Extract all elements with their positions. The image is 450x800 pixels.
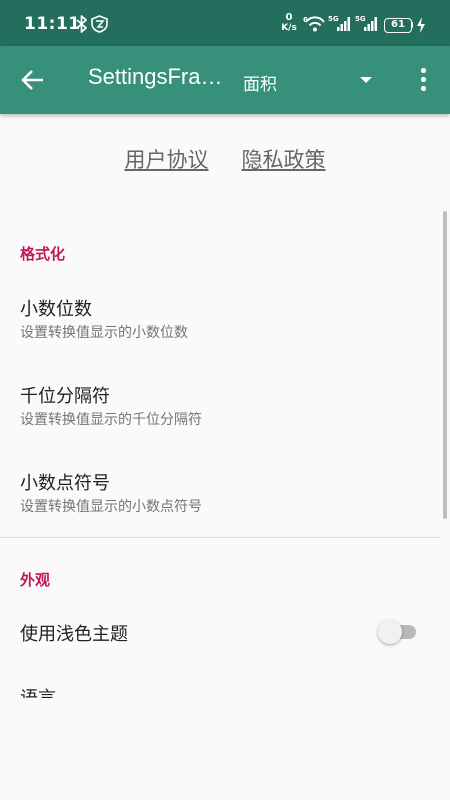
legal-links: 用户协议 隐私政策 [0, 144, 450, 174]
svg-text:5G: 5G [328, 15, 339, 23]
pref-title: 语言 [20, 684, 56, 698]
pref-summary: 设置转换值显示的千位分隔符 [20, 412, 202, 428]
pref-decimal-symbol[interactable]: 小数点符号 设置转换值显示的小数点符号 [0, 460, 440, 522]
pref-summary: 设置转换值显示的小数位数 [20, 325, 188, 341]
status-bar: 11:11 0 K/s 6 5G 5G 61 [0, 0, 450, 46]
pref-title: 小数位数 [20, 299, 92, 320]
battery-icon: 61 [384, 18, 412, 33]
overflow-dot [421, 77, 426, 82]
pref-title: 小数点符号 [20, 473, 110, 494]
section-title-appearance: 外观 [20, 571, 51, 589]
bluetooth-icon [76, 15, 87, 33]
wifi-icon: 6 [303, 16, 325, 32]
pref-light-theme[interactable]: 使用浅色主题 [0, 606, 440, 658]
signal-5g-icon: 5G [328, 15, 350, 31]
privacy-policy-link[interactable]: 隐私政策 [242, 144, 326, 174]
app-bar: SettingsFragmentActivity 面积 [0, 46, 450, 114]
pref-thousands-separator[interactable]: 千位分隔符 设置转换值显示的千位分隔符 [0, 373, 440, 435]
scrollbar[interactable] [443, 211, 447, 519]
battery-cap [411, 22, 413, 28]
net-speed-value: 0 [285, 12, 293, 23]
svg-text:5G: 5G [355, 15, 366, 23]
charging-icon [417, 17, 425, 33]
pref-language[interactable]: 语言 [20, 684, 100, 698]
page-title: SettingsFragmentActivity [88, 64, 228, 89]
dropdown-arrow-icon [360, 77, 372, 83]
switch-thumb [378, 620, 402, 644]
pref-summary: 设置转换值显示的小数点符号 [20, 499, 202, 515]
more-options-button[interactable] [410, 64, 436, 96]
net-speed-unit: K/s [281, 23, 297, 33]
overflow-dot [421, 86, 426, 91]
vpn-shield-icon [91, 15, 108, 33]
net-speed: 0 K/s [280, 12, 298, 34]
section-divider [0, 537, 440, 538]
arrow-back-icon [21, 70, 43, 90]
light-theme-switch[interactable] [378, 620, 418, 644]
unit-category-spinner[interactable]: 面积 [240, 60, 390, 100]
overflow-dot [421, 68, 426, 73]
status-time: 11:11 [24, 14, 81, 34]
back-button[interactable] [18, 66, 48, 94]
signal-5g-icon: 5G [355, 15, 377, 31]
spinner-value: 面积 [243, 75, 277, 95]
pref-title: 千位分隔符 [20, 386, 110, 407]
pref-decimal-places[interactable]: 小数位数 设置转换值显示的小数位数 [0, 286, 440, 348]
section-title-format: 格式化 [20, 245, 66, 263]
pref-title: 使用浅色主题 [20, 624, 128, 645]
user-agreement-link[interactable]: 用户协议 [124, 144, 208, 174]
